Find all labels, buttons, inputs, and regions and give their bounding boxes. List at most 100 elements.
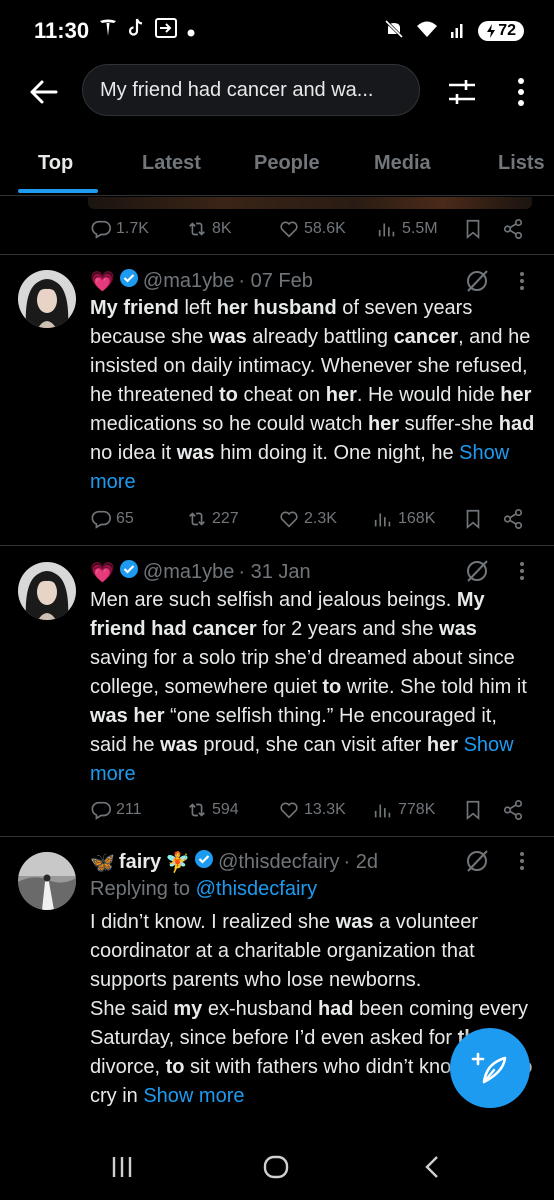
tweet-text-segment: divorce, [90, 1056, 166, 1078]
verified-badge-icon [119, 559, 139, 585]
views-icon [378, 223, 395, 237]
vertical-dots-icon [520, 852, 524, 870]
tweet-handle[interactable]: @ma1ybe [143, 270, 234, 293]
bookmark-icon [466, 800, 480, 821]
tweet-more-button[interactable] [512, 556, 532, 586]
tweet-text[interactable]: My friend left her husband of seven year… [90, 294, 535, 497]
heart-icon [280, 802, 298, 819]
dot-icon [187, 20, 195, 43]
bookmark-button[interactable] [462, 218, 484, 240]
tweet-handle[interactable]: @ma1ybe [143, 561, 234, 584]
tweet-text-segment: for 2 years and she [256, 618, 440, 640]
tweet-display-name[interactable]: fairy [119, 851, 161, 874]
compose-feather-icon [471, 1052, 507, 1084]
tweet-text-segment: no idea it [90, 442, 177, 464]
tab-lists[interactable]: Lists [498, 140, 545, 196]
repost-button[interactable]: 594 [186, 799, 239, 821]
search-input[interactable]: My friend had cancer and wa... [82, 64, 420, 116]
vertical-dots-icon [520, 272, 524, 290]
verified-badge-icon [194, 849, 214, 875]
bookmark-icon [466, 509, 480, 530]
highlighted-text: her [367, 413, 400, 435]
grok-button[interactable] [462, 846, 492, 876]
like-button[interactable]: 13.3K [278, 799, 346, 821]
bookmark-button[interactable] [462, 799, 484, 821]
tweet-text-segment: left [178, 297, 217, 319]
tab-people[interactable]: People [254, 140, 320, 196]
tweet-more-button[interactable] [512, 846, 532, 876]
grok-icon [467, 560, 488, 582]
highlighted-text: was [439, 618, 477, 640]
replying-label: Replying to [90, 878, 191, 900]
bookmark-icon [466, 219, 480, 240]
divider [0, 545, 554, 546]
tweet-text-segment: proud, she can visit after [197, 734, 427, 756]
avatar[interactable] [18, 270, 76, 328]
grok-button[interactable] [462, 556, 492, 586]
tab-top[interactable]: Top [38, 140, 73, 196]
share-icon [503, 800, 523, 820]
tweet-actions: 65 227 2.3K 168K [90, 504, 530, 534]
reply-button[interactable]: 1.7K [90, 218, 149, 240]
highlighted-text: was [176, 442, 215, 464]
views-button[interactable]: 168K [372, 508, 435, 530]
back-button[interactable] [24, 72, 64, 112]
views-button[interactable]: 778K [372, 799, 435, 821]
grok-button[interactable] [462, 266, 492, 296]
avatar[interactable] [18, 852, 76, 910]
chevron-left-icon [425, 1156, 438, 1178]
share-button[interactable] [502, 218, 524, 240]
pink-heart-emoji: 💗 [90, 270, 115, 293]
avatar[interactable] [18, 562, 76, 620]
views-button[interactable]: 5.5M [376, 218, 438, 240]
pink-heart-emoji: 💗 [90, 561, 115, 584]
repost-button[interactable]: 227 [186, 508, 239, 530]
tweet-text-segment: . He would hide [356, 384, 501, 406]
repost-button[interactable]: 8K [186, 218, 232, 240]
repost-count: 227 [212, 510, 239, 527]
recent-apps-icon [112, 1157, 132, 1177]
vertical-dots-icon [520, 562, 524, 580]
highlighted-text: her [500, 384, 532, 406]
reply-button[interactable]: 65 [90, 508, 134, 530]
share-button[interactable] [502, 799, 524, 821]
highlighted-text: her [325, 384, 357, 406]
like-button[interactable]: 58.6K [278, 218, 346, 240]
view-count: 5.5M [402, 220, 438, 237]
replying-to-handle[interactable]: @thisdecfairy [196, 878, 317, 900]
search-filter-button[interactable] [444, 74, 480, 110]
tab-latest[interactable]: Latest [142, 140, 201, 196]
repost-icon [189, 803, 205, 817]
tweet-date[interactable]: · 2d [344, 851, 378, 874]
share-icon [503, 219, 523, 239]
tweet-text[interactable]: Men are such selfish and jealous beings.… [90, 586, 535, 789]
sliders-icon [449, 80, 475, 104]
tweet-media[interactable] [88, 197, 532, 209]
highlighted-text: to [165, 1056, 185, 1078]
tweet-more-button[interactable] [512, 266, 532, 296]
tab-media[interactable]: Media [374, 140, 431, 196]
repost-icon [189, 512, 205, 526]
tweet-text-segment: medications so he could watch [90, 413, 368, 435]
like-button[interactable]: 2.3K [278, 508, 337, 530]
replying-to: Replying to @thisdecfairy [90, 878, 317, 901]
reply-count: 211 [116, 801, 142, 818]
recent-apps-button[interactable] [102, 1152, 142, 1182]
system-nav-bar [0, 1128, 554, 1200]
reply-button[interactable]: 211 [90, 799, 142, 821]
tweet-date[interactable]: · 31 Jan [238, 561, 310, 584]
back-nav-button[interactable] [412, 1152, 452, 1182]
highlighted-text: had [498, 413, 535, 435]
tiktok-icon [127, 18, 145, 44]
tweet-date[interactable]: · 07 Feb [238, 270, 312, 293]
bookmark-button[interactable] [462, 508, 484, 530]
show-more-link[interactable]: Show more [143, 1085, 244, 1107]
home-button[interactable] [256, 1152, 296, 1182]
tweet-handle[interactable]: @thisdecfairy [218, 851, 339, 874]
more-options-button[interactable] [506, 72, 536, 112]
highlighted-text: her husband [216, 297, 337, 319]
arrow-left-icon [30, 80, 58, 104]
share-button[interactable] [502, 508, 524, 530]
repost-count: 594 [212, 801, 239, 818]
compose-post-button[interactable] [450, 1028, 530, 1108]
